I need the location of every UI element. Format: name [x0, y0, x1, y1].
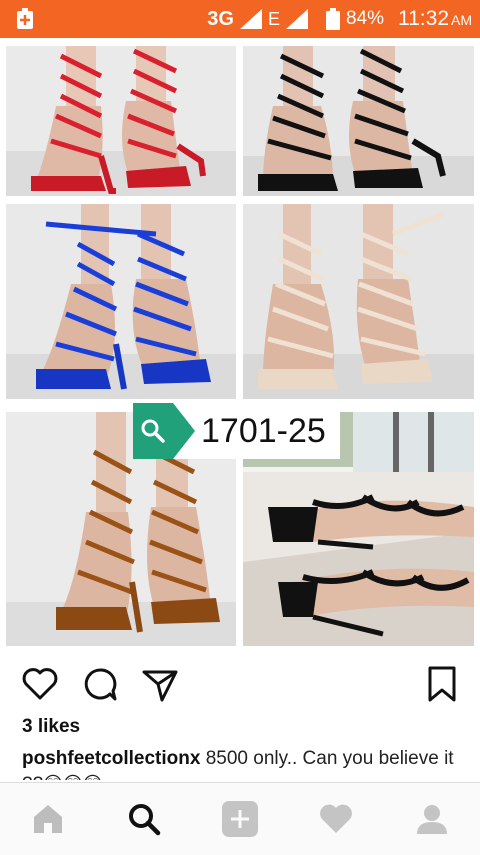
status-indicators: 3G E 84% 11:32 AM: [207, 0, 472, 38]
comment-icon[interactable]: [80, 664, 120, 704]
post-actions: [0, 660, 480, 710]
signal-icon: [239, 9, 262, 29]
photo-blue-heels: [6, 204, 236, 399]
activity-icon: [320, 804, 352, 833]
signal-icon-2: [285, 9, 308, 29]
tag-search-badge: [133, 403, 173, 459]
search-icon: [141, 419, 165, 443]
network-type: 3G: [207, 7, 234, 30]
bookmark-icon[interactable]: [422, 664, 462, 704]
likes-count[interactable]: 3 likes: [22, 716, 80, 738]
caption-username[interactable]: poshfeetcollectionx: [22, 748, 200, 769]
post-image[interactable]: 1701-25: [0, 38, 480, 650]
heart-icon[interactable]: [20, 664, 60, 704]
battery-saver-icon: [17, 8, 33, 29]
nav-profile[interactable]: [410, 797, 454, 841]
photo-nude-heels: [243, 204, 474, 399]
tag-arrow: [173, 403, 195, 459]
status-bar: 3G E 84% 11:32 AM: [0, 0, 480, 38]
share-icon[interactable]: [140, 664, 180, 704]
tag-code: 1701-25: [195, 403, 340, 459]
photo-red-heels: [6, 46, 236, 196]
nav-home[interactable]: [26, 797, 70, 841]
home-icon: [34, 805, 62, 833]
battery-percent: 84%: [345, 8, 384, 29]
nav-search[interactable]: [122, 797, 166, 841]
search-icon: [129, 804, 161, 836]
bottom-navigation: [0, 782, 480, 855]
nav-activity[interactable]: [314, 797, 358, 841]
image-search-tag[interactable]: 1701-25: [133, 403, 340, 459]
post-caption: poshfeetcollectionx 8500 only.. Can you …: [22, 746, 462, 780]
profile-icon: [417, 805, 447, 834]
clock: 11:32 AM: [398, 7, 472, 30]
nav-add[interactable]: [218, 797, 262, 841]
network-type-2: E: [267, 8, 280, 29]
add-icon: [222, 801, 258, 837]
photo-black-heels: [243, 46, 474, 196]
battery-icon: [325, 8, 340, 30]
